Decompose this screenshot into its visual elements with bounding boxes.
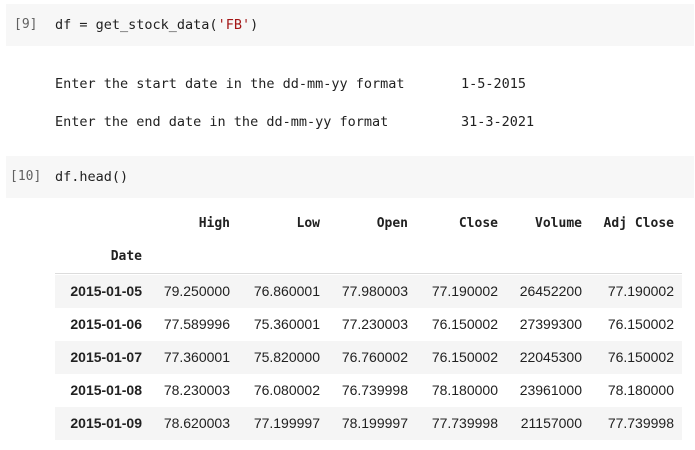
code-string: 'FB'	[217, 17, 251, 33]
cell-high: 78.230003	[163, 382, 230, 398]
row-index: 2015-01-07	[70, 349, 142, 365]
cell-open: 77.980003	[341, 283, 408, 299]
cell-9-prompt: [9]	[14, 17, 38, 32]
end-date-prompt: Enter the end date in the dd-mm-yy forma…	[55, 114, 389, 130]
cell-open: 77.230003	[341, 316, 408, 332]
cell-high: 78.620003	[163, 415, 230, 431]
cell-volume: 21157000	[520, 415, 582, 431]
cell-low: 76.860001	[253, 283, 320, 299]
cell-low: 77.199997	[253, 415, 320, 431]
start-date-prompt: Enter the start date in the dd-mm-yy for…	[55, 76, 405, 92]
cell-high: 79.250000	[163, 283, 230, 299]
cell-close: 76.150002	[431, 349, 498, 365]
cell-adj-close: 78.180000	[607, 382, 674, 398]
column-header-volume: Volume	[535, 216, 582, 231]
cell-adj-close: 76.150002	[607, 349, 674, 365]
cell-volume: 22045300	[519, 349, 582, 365]
cell-adj-close: 77.190002	[607, 283, 674, 299]
column-header-close: Close	[458, 216, 498, 231]
row-index: 2015-01-05	[70, 283, 142, 299]
cell-high: 77.360001	[163, 349, 230, 365]
cell-open: 76.760002	[341, 349, 408, 365]
table-row: 2015-01-08 78.230003 76.080002 76.739998…	[55, 374, 682, 407]
cell-10-prompt: [10]	[10, 169, 42, 184]
index-header-date: Date	[110, 249, 142, 264]
cell-low: 75.820000	[253, 349, 320, 365]
cell-close: 78.180000	[431, 382, 498, 398]
cell-close: 76.150002	[431, 316, 498, 332]
start-date-value: 1-5-2015	[461, 76, 527, 92]
cell-adj-close: 77.739998	[607, 415, 674, 431]
cell-adj-close: 76.150002	[607, 316, 674, 332]
cell-close: 77.739998	[431, 415, 498, 431]
cell-volume: 27399300	[519, 316, 582, 332]
table-row: 2015-01-09 78.620003 77.199997 78.199997…	[55, 407, 682, 440]
row-index: 2015-01-09	[70, 415, 142, 431]
cell-volume: 26452200	[519, 283, 582, 299]
column-header-low: Low	[296, 216, 320, 231]
cell-low: 75.360001	[253, 316, 320, 332]
column-header-high: High	[198, 216, 230, 231]
code-text: df = get_stock_data(	[55, 17, 218, 33]
cell-open: 78.199997	[341, 415, 408, 431]
column-header-adj-close: Adj Close	[603, 216, 674, 231]
table-row: 2015-01-07 77.360001 75.820000 76.760002…	[55, 341, 682, 374]
end-date-value: 31-3-2021	[461, 114, 535, 130]
row-index: 2015-01-08	[70, 382, 142, 398]
row-index: 2015-01-06	[70, 316, 142, 332]
cell-9-code[interactable]: df = get_stock_data('FB')	[55, 17, 258, 33]
cell-low: 76.080002	[253, 382, 320, 398]
table-header-divider	[55, 273, 682, 274]
table-row: 2015-01-05 79.250000 76.860001 77.980003…	[55, 275, 682, 308]
cell-10-code[interactable]: df.head()	[55, 169, 128, 185]
code-text-end: )	[250, 17, 259, 33]
cell-high: 77.589996	[163, 316, 230, 332]
table-row: 2015-01-06 77.589996 75.360001 77.230003…	[55, 308, 682, 341]
column-header-open: Open	[376, 216, 408, 231]
cell-open: 76.739998	[341, 382, 408, 398]
cell-volume: 23961000	[519, 382, 582, 398]
cell-close: 77.190002	[431, 283, 498, 299]
